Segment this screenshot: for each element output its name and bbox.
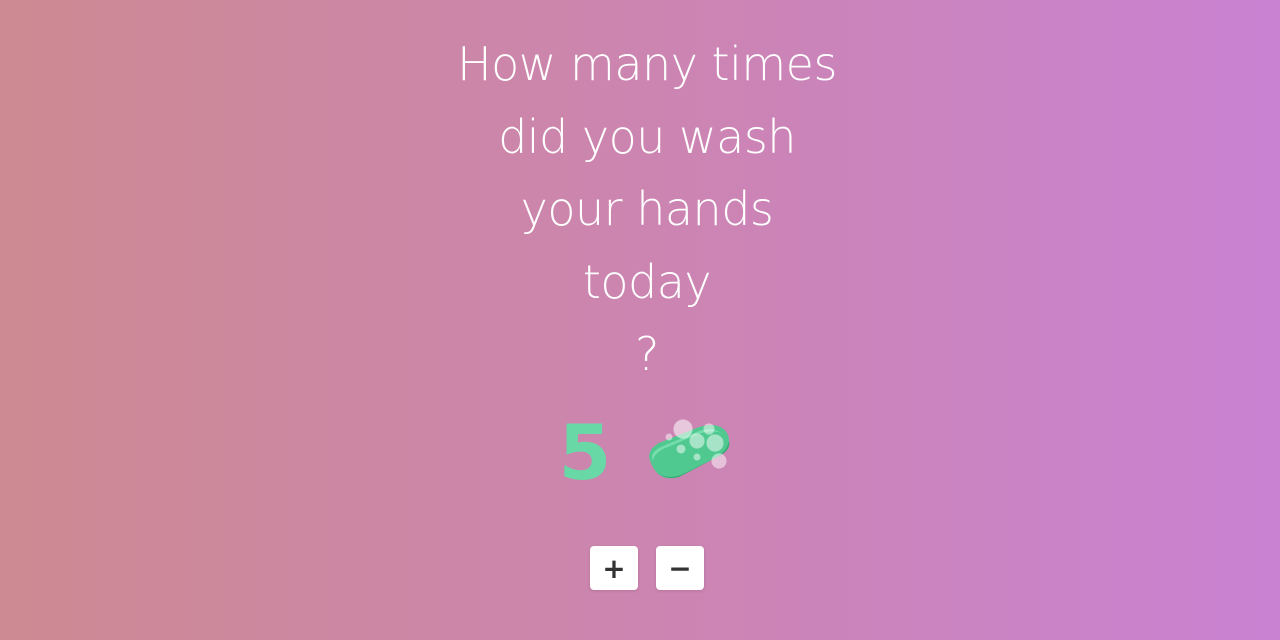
soap-icon	[649, 419, 730, 479]
question-line: did you wash	[498, 109, 796, 164]
counter-controls: + −	[590, 546, 704, 590]
question-line: today	[582, 254, 712, 309]
wash-count: 5	[558, 408, 612, 497]
increment-button[interactable]: +	[590, 546, 638, 590]
question-text: How many times did you wash your hands t…	[0, 28, 1280, 391]
question-mark: ?	[635, 327, 659, 381]
decrement-button[interactable]: −	[656, 546, 704, 590]
wash-counter: 5	[0, 408, 1280, 498]
question-line: How many times	[457, 37, 837, 91]
question-line: your hands	[520, 182, 774, 236]
